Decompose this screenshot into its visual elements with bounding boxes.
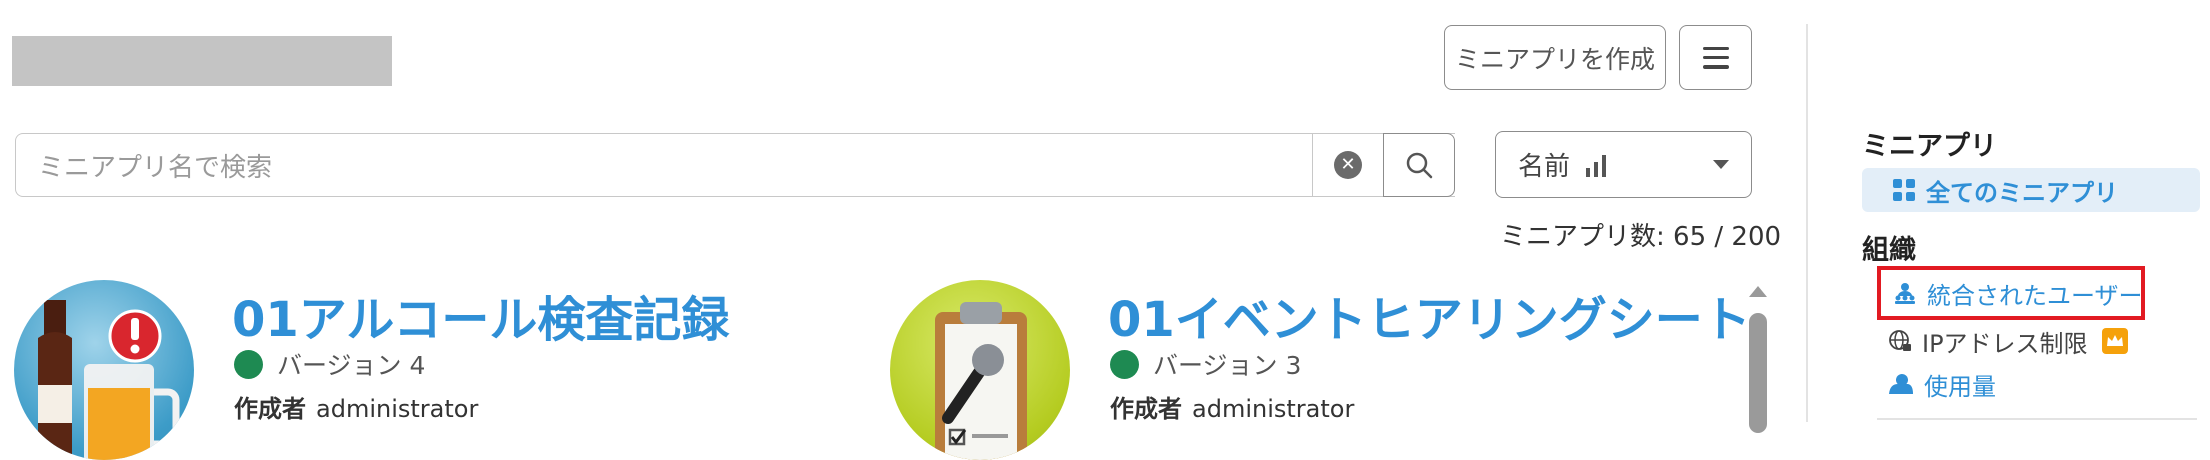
sidebar-heading-miniapp: ミニアプリ (1862, 131, 1997, 162)
sort-selected-label: 名前 (1518, 152, 1571, 182)
app-creator: 作成者 administrator (234, 389, 478, 424)
hamburger-menu-icon (1702, 46, 1729, 69)
sort-bars-icon (1586, 154, 1607, 177)
grid-icon (1892, 178, 1916, 202)
clear-search-button[interactable]: ✕ (1312, 133, 1384, 197)
search-placeholder: ミニアプリ名で検索 (38, 152, 273, 183)
scroll-up-arrow-icon[interactable] (1749, 286, 1767, 297)
sort-select[interactable]: 名前 (1495, 131, 1752, 198)
usage-chart-icon (1888, 372, 1914, 396)
menu-button[interactable] (1679, 25, 1752, 90)
beer-bottle-alert-icon[interactable] (14, 280, 194, 460)
sidebar-item-label: IPアドレス制限 (1922, 329, 2088, 358)
create-miniapp-button[interactable]: ミニアプリを作成 (1444, 25, 1666, 90)
clipboard-microphone-icon[interactable] (890, 280, 1070, 460)
version-label: バージョン 4 (277, 351, 426, 380)
creator-name: administrator (1192, 395, 1355, 423)
creator-label: 作成者 (1110, 395, 1182, 423)
users-icon (1893, 281, 1917, 305)
search-button[interactable] (1383, 133, 1455, 197)
sidebar-divider (1806, 24, 1808, 422)
sidebar-item-users[interactable]: 統合されたユーザー (1877, 266, 2145, 320)
version-label: バージョン 3 (1153, 351, 1302, 380)
search-input[interactable]: ミニアプリ名で検索 (15, 133, 1455, 197)
scrollbar-thumb[interactable] (1749, 313, 1767, 433)
app-version: バージョン 3 (1110, 346, 1301, 382)
sidebar-heading-org: 組織 (1862, 235, 1916, 266)
clear-icon: ✕ (1334, 151, 1362, 179)
sidebar-item-label: 統合されたユーザー (1927, 281, 2143, 310)
search-icon (1406, 152, 1433, 179)
premium-crown-icon (2101, 328, 2128, 354)
redacted-title (12, 36, 392, 86)
sidebar-item-ip-restriction[interactable]: IPアドレス制限 (1888, 323, 2128, 359)
status-dot-icon (234, 349, 263, 379)
miniapp-count: ミニアプリ数: 65 / 200 (1500, 222, 1782, 252)
app-title-link[interactable]: 01アルコール検査記録 (232, 280, 729, 350)
app-creator: 作成者 administrator (1110, 389, 1354, 424)
sidebar-item-usage[interactable]: 使用量 (1888, 366, 1996, 402)
status-dot-icon (1110, 349, 1139, 379)
sidebar-bottom-divider (1877, 418, 2197, 420)
creator-label: 作成者 (234, 395, 306, 423)
sidebar-item-label: 使用量 (1924, 372, 1996, 401)
app-title-link[interactable]: 01イベントヒアリングシート (1108, 280, 1751, 350)
sidebar-item-all-apps[interactable]: 全てのミニアプリ (1862, 168, 2200, 212)
globe-lock-icon (1888, 329, 1912, 353)
sidebar-item-label: 全てのミニアプリ (1926, 178, 2118, 207)
creator-name: administrator (316, 395, 479, 423)
app-version: バージョン 4 (234, 346, 425, 382)
chevron-down-icon (1713, 160, 1729, 169)
